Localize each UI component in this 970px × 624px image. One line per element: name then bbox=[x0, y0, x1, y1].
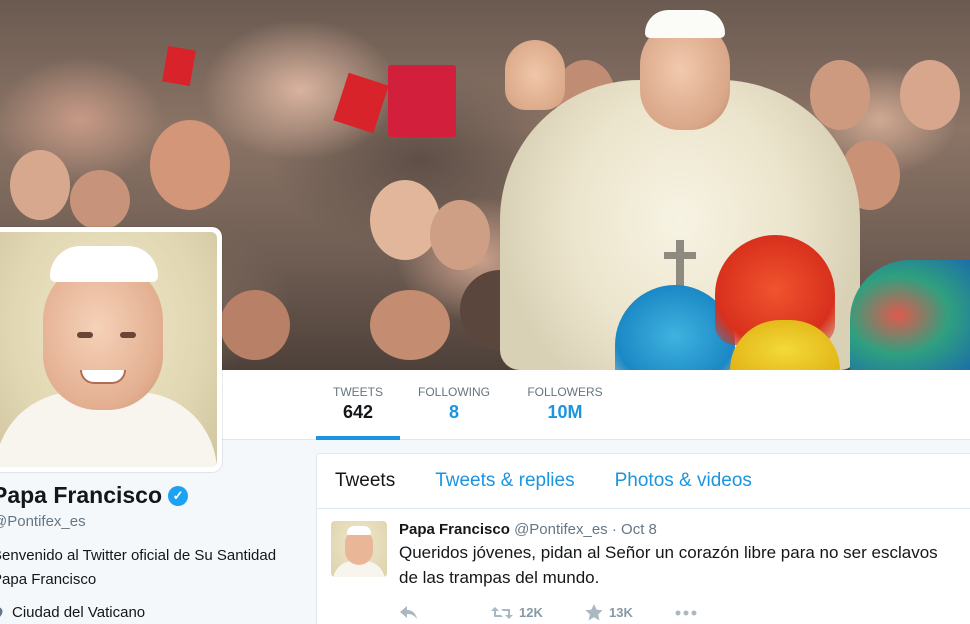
retweet-count: 12K bbox=[519, 605, 543, 620]
crowd-face bbox=[370, 180, 440, 260]
avatar-cap bbox=[50, 246, 158, 282]
crowd-face bbox=[150, 120, 230, 210]
tab-tweets[interactable]: Tweets bbox=[335, 470, 395, 492]
profile-handle[interactable]: @Pontifex_es bbox=[0, 513, 292, 530]
stat-following[interactable]: FOLLOWING 8 bbox=[410, 370, 498, 440]
tab-photos-videos[interactable]: Photos & videos bbox=[615, 470, 752, 492]
timeline-card: Tweets Tweets & replies Photos & videos … bbox=[316, 453, 970, 624]
favorite-button[interactable]: 13K bbox=[585, 604, 675, 621]
avatar-image bbox=[0, 232, 217, 467]
location-text: Ciudad del Vaticano bbox=[12, 604, 146, 621]
crowd-face bbox=[10, 150, 70, 220]
verified-check-icon: ✓ bbox=[168, 485, 189, 506]
profile-name[interactable]: Papa Francisco bbox=[0, 482, 162, 509]
stat-tweets[interactable]: TWEETS 642 bbox=[316, 370, 400, 440]
stat-label: FOLLOWERS bbox=[527, 385, 603, 399]
stat-label: TWEETS bbox=[333, 385, 383, 399]
flag bbox=[162, 45, 196, 87]
profile-bio: Benvenido al Twitter oficial de Su Santi… bbox=[0, 547, 277, 588]
profile-info: Papa Francisco ✓ @Pontifex_es Benvenido … bbox=[0, 482, 292, 621]
tweet-avatar[interactable] bbox=[331, 521, 387, 577]
tweet-handle[interactable]: @Pontifex_es bbox=[514, 521, 608, 538]
reply-button[interactable] bbox=[399, 605, 491, 621]
more-dots-icon bbox=[675, 610, 697, 615]
tweet-separator: · bbox=[611, 521, 617, 538]
tweet-date[interactable]: Oct 8 bbox=[621, 521, 657, 538]
avatar-eye bbox=[77, 332, 93, 338]
crowd-face bbox=[810, 60, 870, 130]
tab-tweets-replies[interactable]: Tweets & replies bbox=[435, 470, 574, 492]
stat-label: FOLLOWING bbox=[417, 385, 490, 399]
stat-value: 10M bbox=[547, 402, 583, 422]
crowd-face bbox=[70, 170, 130, 230]
tweet-actions: 12K 13K bbox=[399, 604, 970, 621]
tweet-header: Papa Francisco @Pontifex_es · Oct 8 bbox=[399, 521, 970, 538]
tweet[interactable]: Papa Francisco @Pontifex_es · Oct 8 Quer… bbox=[317, 509, 970, 624]
profile-location: Ciudad del Vaticano bbox=[0, 604, 292, 621]
name-row: Papa Francisco ✓ bbox=[0, 482, 292, 509]
avatar-smile bbox=[80, 370, 126, 384]
avatar-eye bbox=[120, 332, 136, 338]
reply-icon bbox=[400, 605, 417, 619]
crowd-face bbox=[430, 200, 490, 270]
tweet-text-line-2: de las trampas del mundo. bbox=[399, 568, 600, 587]
flag bbox=[333, 72, 389, 134]
tweet-author[interactable]: Papa Francisco bbox=[399, 521, 510, 538]
tweet-text-line-1: Queridos jóvenes, pidan al Señor un cora… bbox=[399, 543, 938, 562]
more-button[interactable] bbox=[675, 610, 697, 616]
tablet bbox=[388, 65, 456, 137]
stat-value: 642 bbox=[342, 402, 374, 422]
stat-followers[interactable]: FOLLOWERS 10M bbox=[520, 370, 610, 440]
favorite-count: 13K bbox=[609, 605, 633, 620]
avatar-face bbox=[43, 260, 163, 410]
feathers bbox=[850, 260, 970, 370]
star-icon bbox=[585, 604, 603, 621]
stat-value: 8 bbox=[448, 402, 459, 422]
waving-hand bbox=[505, 40, 565, 110]
active-underline bbox=[316, 436, 400, 440]
profile-avatar[interactable] bbox=[0, 227, 222, 472]
timeline-tabs: Tweets Tweets & replies Photos & videos bbox=[317, 454, 970, 509]
crowd-face bbox=[900, 60, 960, 130]
retweet-button[interactable]: 12K bbox=[491, 605, 585, 621]
crowd-face bbox=[220, 290, 290, 360]
location-pin-icon bbox=[0, 606, 3, 617]
retweet-icon bbox=[491, 606, 513, 619]
avatar-cap bbox=[347, 526, 371, 535]
zucchetto-cap bbox=[645, 10, 725, 38]
crowd-face bbox=[370, 290, 450, 360]
